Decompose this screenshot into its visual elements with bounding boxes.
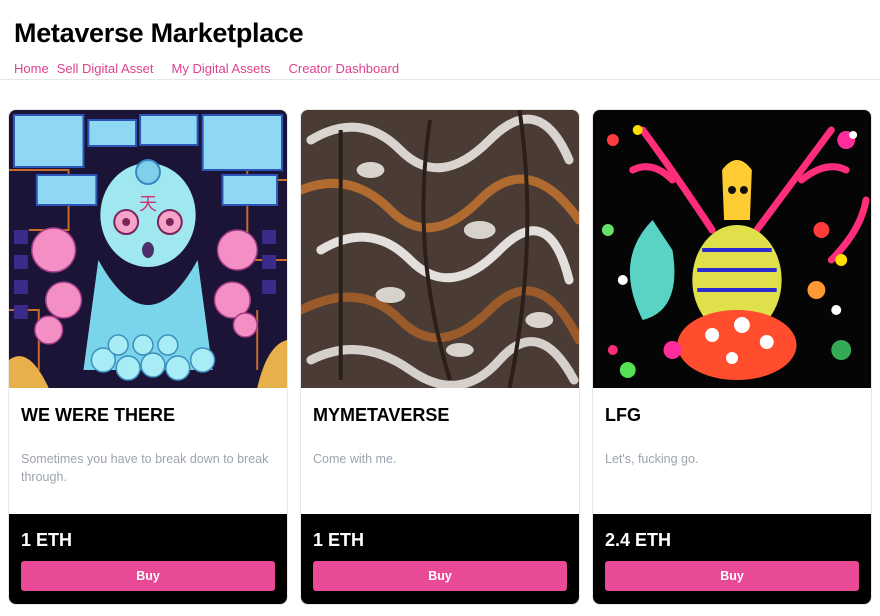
nft-card: LFG Let's, fucking go. 2.4 ETH Buy <box>592 109 872 605</box>
nft-info: LFG Let's, fucking go. <box>593 388 871 514</box>
main-nav: Home Sell Digital Asset My Digital Asset… <box>14 60 866 78</box>
nft-price: 2.4 ETH <box>605 530 672 550</box>
nft-price: 1 ETH <box>21 530 73 550</box>
svg-text:天: 天 <box>139 194 157 215</box>
nft-description: Come with me. <box>313 452 397 466</box>
nav-creator-dashboard-link[interactable]: Creator Dashboard <box>289 60 400 78</box>
nft-info: WE WERE THERE Sometimes you have to brea… <box>9 388 287 514</box>
nav-my-assets-link[interactable]: My Digital Assets <box>172 60 271 78</box>
nft-image[interactable] <box>593 110 871 388</box>
nft-card-footer: 1 ETH Buy <box>9 514 287 604</box>
listing-grid: 天 WE WERE THERE Sometimes you have to br… <box>8 109 872 605</box>
nft-description: Sometimes you have to break down to brea… <box>21 452 269 484</box>
nft-image[interactable] <box>301 110 579 388</box>
nav-home-link[interactable]: Home <box>14 60 49 78</box>
buy-button[interactable]: Buy <box>21 561 275 591</box>
nft-card: 天 WE WERE THERE Sometimes you have to br… <box>8 109 288 605</box>
buy-button[interactable]: Buy <box>605 561 859 591</box>
buy-button[interactable]: Buy <box>313 561 567 591</box>
nft-card-footer: 2.4 ETH Buy <box>593 514 871 604</box>
nft-price: 1 ETH <box>313 530 365 550</box>
nft-info: MYMETAVERSE Come with me. <box>301 388 579 514</box>
nft-name: WE WERE THERE <box>21 405 176 425</box>
nft-card-footer: 1 ETH Buy <box>301 514 579 604</box>
nft-card: MYMETAVERSE Come with me. 1 ETH Buy <box>300 109 580 605</box>
site-title: Metaverse Marketplace <box>14 18 304 48</box>
nft-name: MYMETAVERSE <box>313 405 450 425</box>
nft-image[interactable]: 天 <box>9 110 287 388</box>
nft-name: LFG <box>605 405 641 425</box>
nft-description: Let's, fucking go. <box>605 452 699 466</box>
nav-sell-link[interactable]: Sell Digital Asset <box>57 60 154 78</box>
site-header: Metaverse Marketplace Home Sell Digital … <box>0 0 880 80</box>
